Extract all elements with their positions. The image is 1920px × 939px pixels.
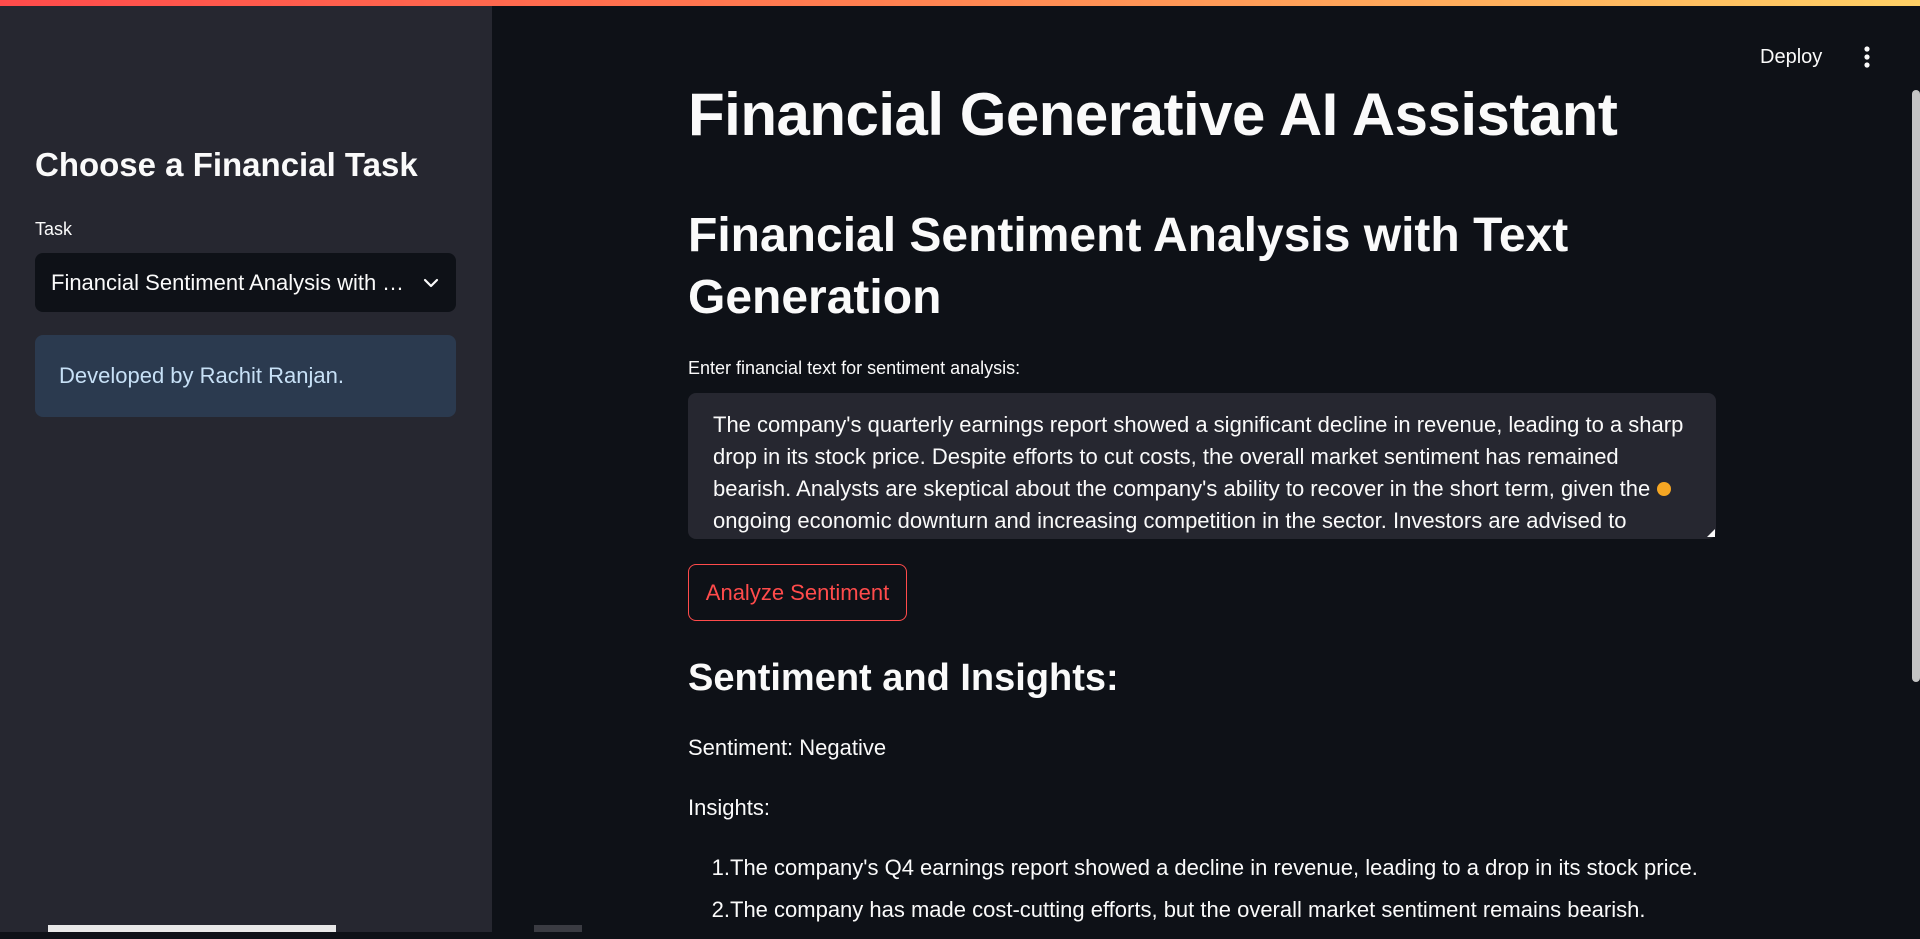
task-select-value: Financial Sentiment Analysis with Text G… bbox=[51, 269, 406, 295]
sidebar: Choose a Financial Task Task Financial S… bbox=[0, 0, 492, 932]
main-vertical-scrollbar[interactable] bbox=[1912, 90, 1920, 682]
info-alert-text: Developed by Rachit Ranjan. bbox=[59, 363, 344, 388]
main-horizontal-scrollbar[interactable] bbox=[534, 925, 582, 932]
task-select[interactable]: Financial Sentiment Analysis with Text G… bbox=[35, 253, 456, 312]
list-item: 2. The company has made cost-cutting eff… bbox=[688, 897, 1788, 939]
sentiment-result: Sentiment: Negative bbox=[688, 735, 887, 760]
list-item: 1. The company's Q4 earnings report show… bbox=[688, 855, 1788, 897]
text-input-label: Enter financial text for sentiment analy… bbox=[688, 358, 1021, 378]
list-item-number: 1. bbox=[711, 855, 730, 880]
info-alert: Developed by Rachit Ranjan. bbox=[35, 335, 456, 417]
more-vertical-icon[interactable] bbox=[1856, 44, 1878, 70]
insights-list: 1. The company's Q4 earnings report show… bbox=[688, 855, 1788, 939]
financial-text-input[interactable]: The company's quarterly earnings report … bbox=[688, 393, 1716, 539]
deploy-button[interactable]: Deploy bbox=[1752, 42, 1830, 73]
top-decoration-bar bbox=[0, 0, 1920, 6]
sidebar-horizontal-scrollbar[interactable] bbox=[48, 925, 336, 932]
insights-label: Insights: bbox=[688, 795, 770, 820]
list-item-number: 2. bbox=[711, 897, 730, 922]
chevron-down-icon bbox=[423, 278, 439, 287]
list-item-text: The company has made cost-cutting effort… bbox=[730, 897, 1646, 922]
status-indicator-dot bbox=[1657, 482, 1671, 496]
analyze-sentiment-button[interactable]: Analyze Sentiment bbox=[688, 564, 907, 621]
sidebar-title: Choose a Financial Task bbox=[35, 146, 418, 183]
section-title: Financial Sentiment Analysis with Text G… bbox=[688, 209, 1569, 324]
page-title: Financial Generative AI Assistant bbox=[688, 81, 1618, 148]
textarea-resize-handle[interactable] bbox=[1707, 529, 1715, 537]
results-heading: Sentiment and Insights: bbox=[688, 657, 1119, 699]
task-label: Task bbox=[35, 219, 73, 239]
list-item-text: The company's Q4 earnings report showed … bbox=[730, 855, 1698, 880]
